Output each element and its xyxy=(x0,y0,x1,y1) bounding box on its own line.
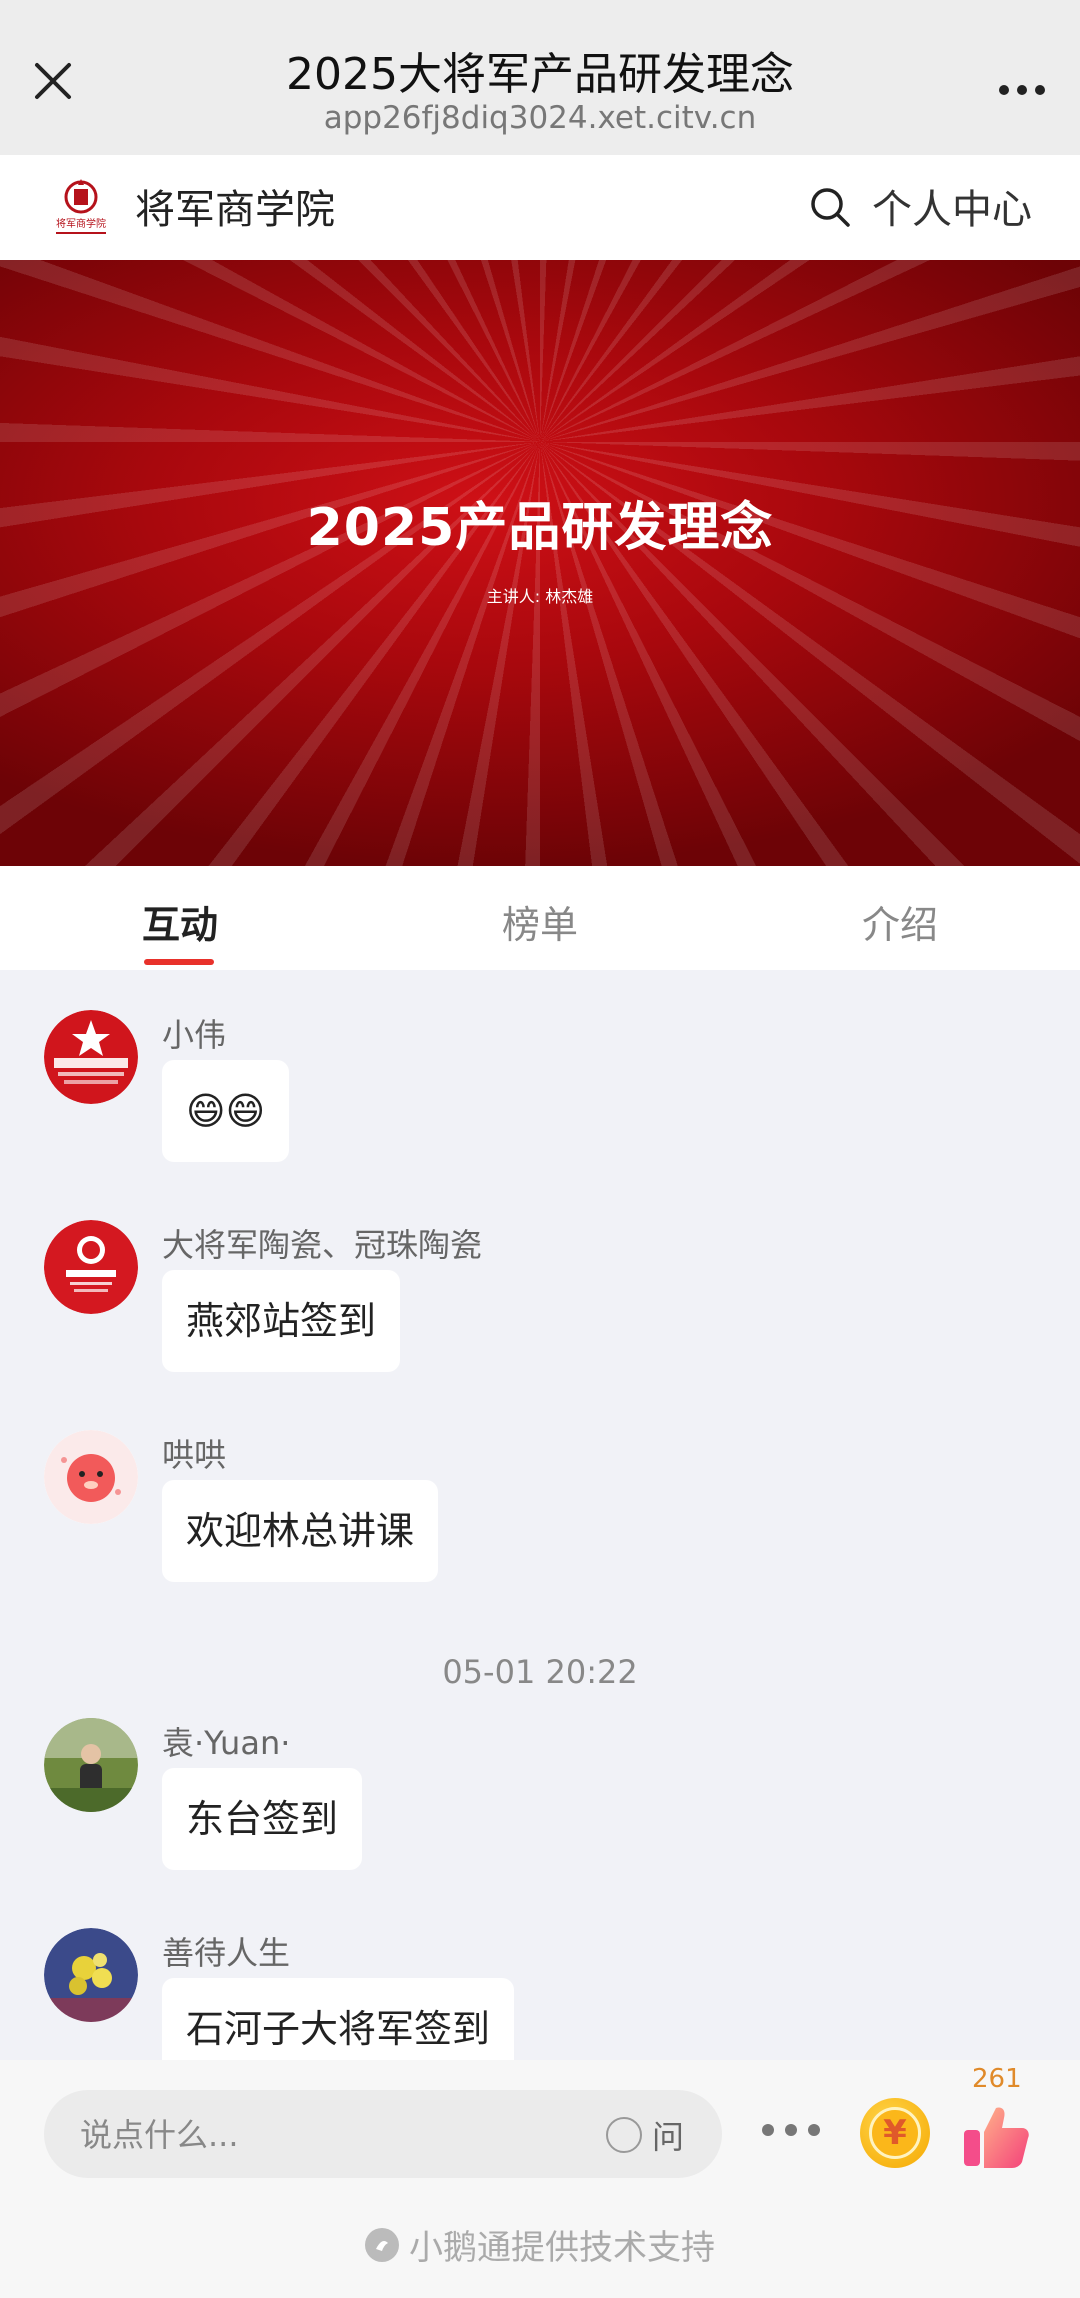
user-avatar[interactable] xyxy=(44,1220,138,1314)
star-logo-avatar-icon xyxy=(44,1010,138,1104)
message-bubble: 😄😄 xyxy=(162,1060,290,1162)
thumbs-up-icon[interactable] xyxy=(960,2100,1032,2172)
user-nickname: 袁·Yuan· xyxy=(162,1724,291,1762)
outdoor-photo-avatar-icon xyxy=(44,1718,138,1812)
user-avatar[interactable] xyxy=(44,1010,138,1104)
more-dots-icon xyxy=(999,85,1045,95)
user-nickname: 大将军陶瓷、冠珠陶瓷 xyxy=(162,1226,483,1264)
banner-title: 2025产品研发理念 xyxy=(306,498,774,558)
comment-input[interactable]: 说点什么... 问 xyxy=(44,2090,722,2178)
message-bubble: 石河子大将军签到 xyxy=(162,1978,515,2060)
flower-photo-avatar-icon xyxy=(44,1928,138,2022)
user-nickname: 小伟 xyxy=(162,1016,227,1054)
user-nickname: 善待人生 xyxy=(162,1934,291,1972)
site-header: 将军商学院 将军商学院 个人中心 xyxy=(0,155,1080,260)
ask-question-toggle[interactable]: 问 xyxy=(606,2112,684,2158)
logo-text: 将军商学院 xyxy=(56,217,106,230)
user-avatar[interactable] xyxy=(44,1928,138,2022)
user-nickname: 哄哄 xyxy=(162,1436,227,1474)
more-actions-icon[interactable] xyxy=(760,2120,822,2140)
bottom-bar: 说点什么... 问 ¥ 261 小鹅通提供技术支持 xyxy=(0,2060,1080,2298)
site-name: 将军商学院 xyxy=(135,187,335,233)
school-logo[interactable]: 将军商学院 xyxy=(50,175,112,239)
search-icon[interactable] xyxy=(808,185,852,229)
reward-button[interactable]: ¥ xyxy=(860,2098,930,2168)
xiaoe-logo-icon xyxy=(365,2227,399,2262)
tab-introduction[interactable]: 介绍 xyxy=(862,894,938,949)
close-icon xyxy=(35,63,71,99)
like-count: 261 xyxy=(972,2064,1022,2094)
live-banner[interactable]: 2025产品研发理念 主讲人: 林杰雄 xyxy=(0,260,1080,866)
pink-character-avatar-icon xyxy=(44,1430,138,1524)
active-tab-indicator xyxy=(144,959,214,965)
red-logo-avatar-icon xyxy=(44,1220,138,1314)
comment-placeholder: 说点什么... xyxy=(80,2116,239,2154)
chat-list[interactable]: 小伟 😄😄 大将军陶瓷、冠珠陶瓷 燕郊站签到 哄哄 欢迎林总讲课 05-01 2… xyxy=(0,970,1080,2060)
message-bubble: 燕郊站签到 xyxy=(162,1270,401,1372)
user-center-link[interactable]: 个人中心 xyxy=(872,177,1032,235)
user-avatar[interactable] xyxy=(44,1430,138,1524)
tab-bar: 互动 榜单 介绍 xyxy=(0,866,1080,970)
close-button[interactable] xyxy=(22,50,84,112)
message-bubble: 东台签到 xyxy=(162,1768,363,1870)
message-bubble: 欢迎林总讲课 xyxy=(162,1480,439,1582)
browser-bar: 2025大将军产品研发理念 app26fj8diq3024.xet.citv.c… xyxy=(0,0,1080,155)
tab-ranking[interactable]: 榜单 xyxy=(502,894,578,949)
powered-by-text: 小鹅通提供技术支持 xyxy=(409,2228,715,2268)
page-title: 2025大将军产品研发理念 xyxy=(286,49,794,100)
page-url: app26fj8diq3024.xet.citv.cn xyxy=(323,100,757,136)
banner-background xyxy=(0,260,1080,866)
powered-by: 小鹅通提供技术支持 xyxy=(0,2220,1080,2269)
time-stamp: 05-01 20:22 xyxy=(442,1653,638,1691)
banner-subtitle: 主讲人: 林杰雄 xyxy=(486,587,594,606)
radio-circle-icon xyxy=(606,2117,642,2153)
yuan-coin-icon: ¥ xyxy=(869,2107,921,2159)
user-avatar[interactable] xyxy=(44,1718,138,1812)
tab-interaction[interactable]: 互动 xyxy=(142,894,218,949)
ask-label: 问 xyxy=(652,2118,685,2156)
more-button[interactable] xyxy=(992,60,1052,120)
